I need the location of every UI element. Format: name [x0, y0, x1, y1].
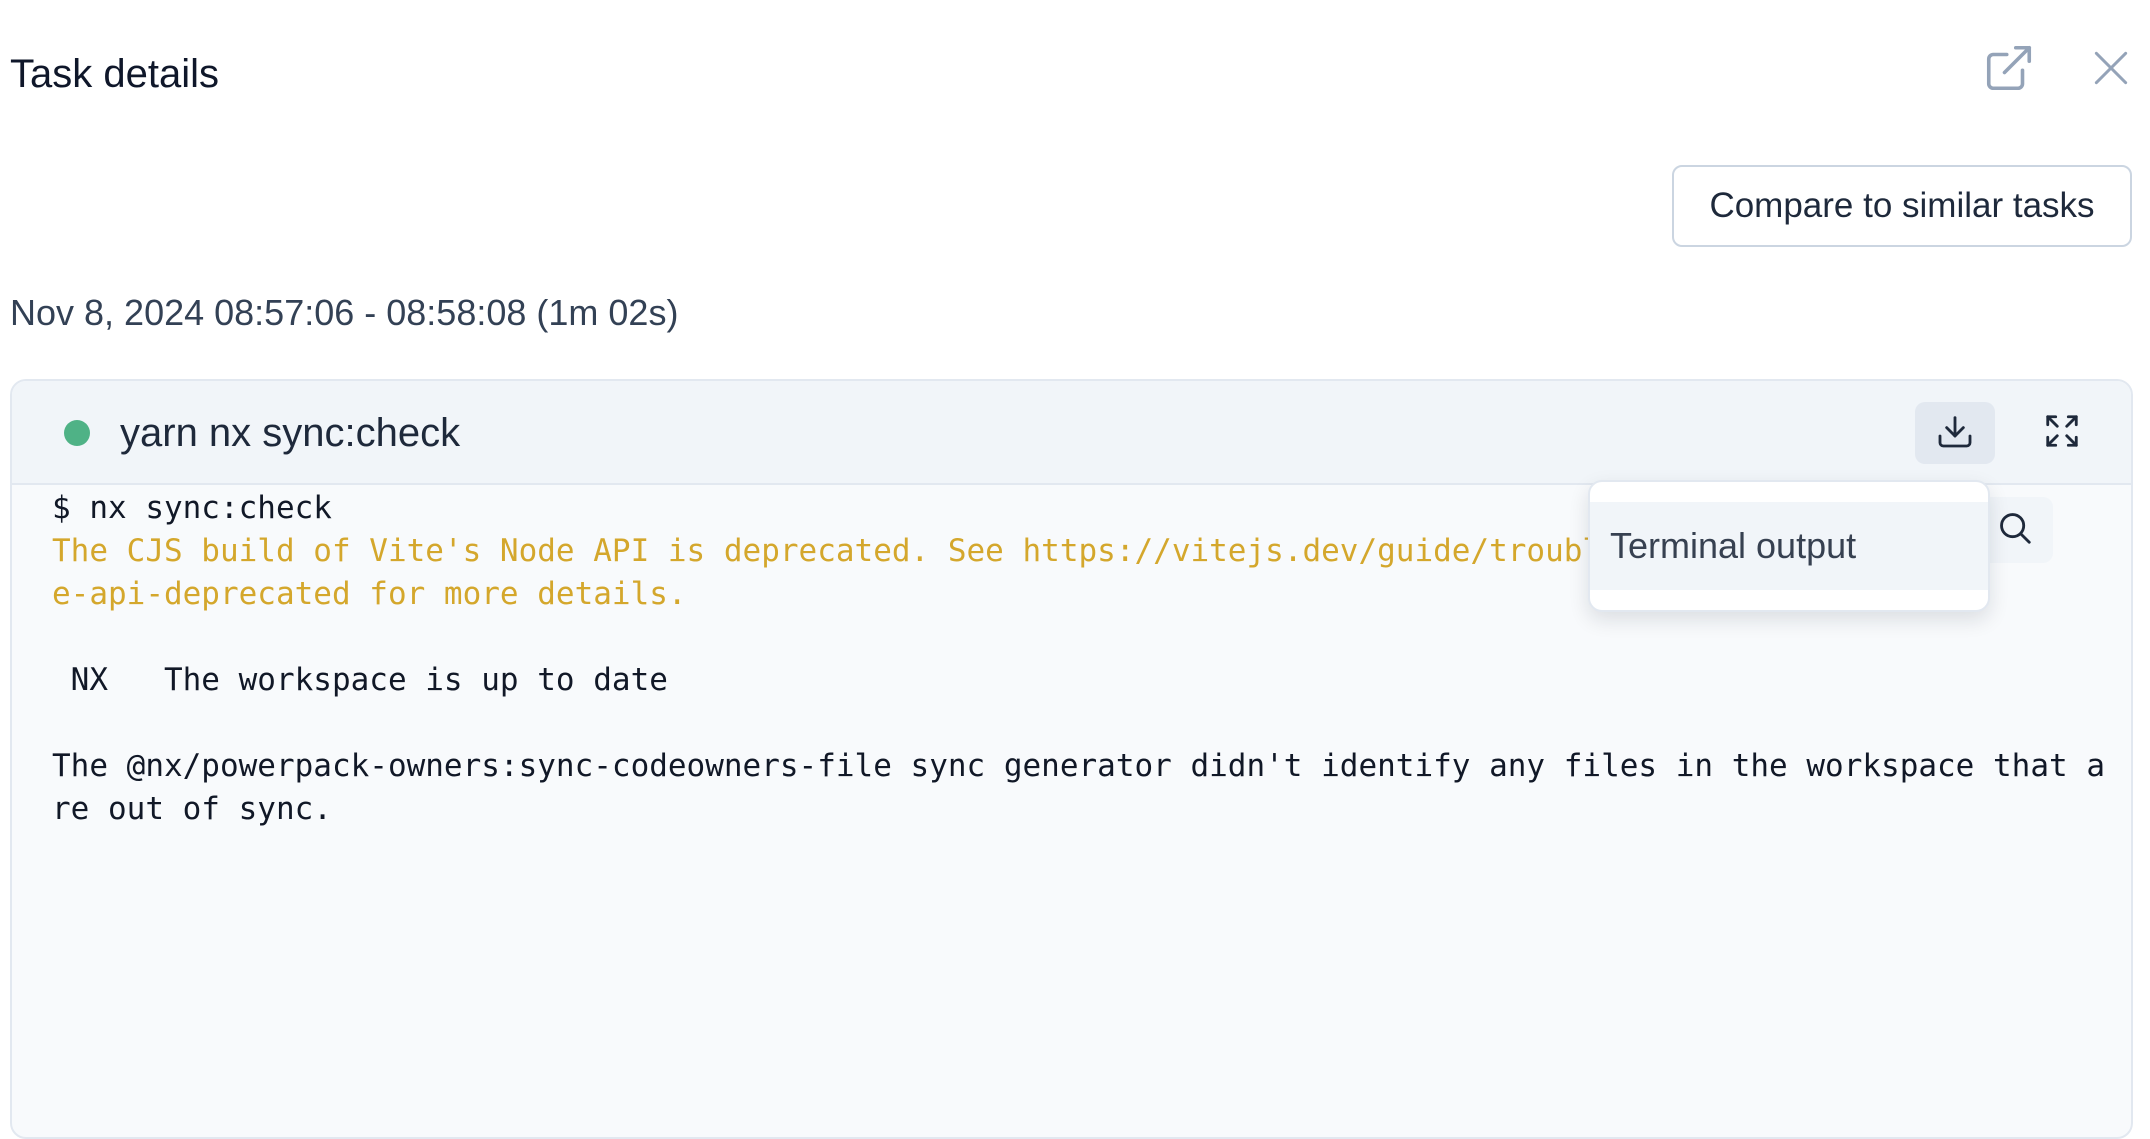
terminal-line: NX The workspace is up to date: [52, 662, 668, 698]
download-button[interactable]: [1915, 402, 1995, 464]
menu-item-terminal-output[interactable]: Terminal output: [1590, 502, 1988, 590]
open-in-new-window-button[interactable]: [1979, 40, 2039, 100]
task-details-panel: Task details Compare to similar tasks No…: [0, 0, 2150, 1139]
download-icon: [1935, 411, 1975, 456]
terminal-line: The @nx/powerpack-owners:sync-codeowners…: [52, 748, 2105, 784]
status-success-icon: [64, 420, 90, 446]
task-command: yarn nx sync:check: [120, 411, 461, 455]
task-timing: Nov 8, 2024 08:57:06 - 08:58:08 (1m 02s): [10, 292, 679, 333]
page-title: Task details: [10, 52, 219, 96]
compare-to-similar-tasks-button[interactable]: Compare to similar tasks: [1672, 165, 2132, 247]
terminal-line: re out of sync.: [52, 791, 332, 827]
download-dropdown-menu: Terminal output: [1588, 480, 1990, 612]
task-card-header: yarn nx sync:check: [12, 381, 2131, 485]
close-icon: [2089, 46, 2133, 95]
fullscreen-button[interactable]: [2027, 402, 2097, 464]
fullscreen-icon: [2043, 412, 2081, 455]
external-link-icon: [1982, 41, 2036, 100]
search-icon: [1996, 509, 2034, 552]
close-button[interactable]: [2081, 40, 2141, 100]
